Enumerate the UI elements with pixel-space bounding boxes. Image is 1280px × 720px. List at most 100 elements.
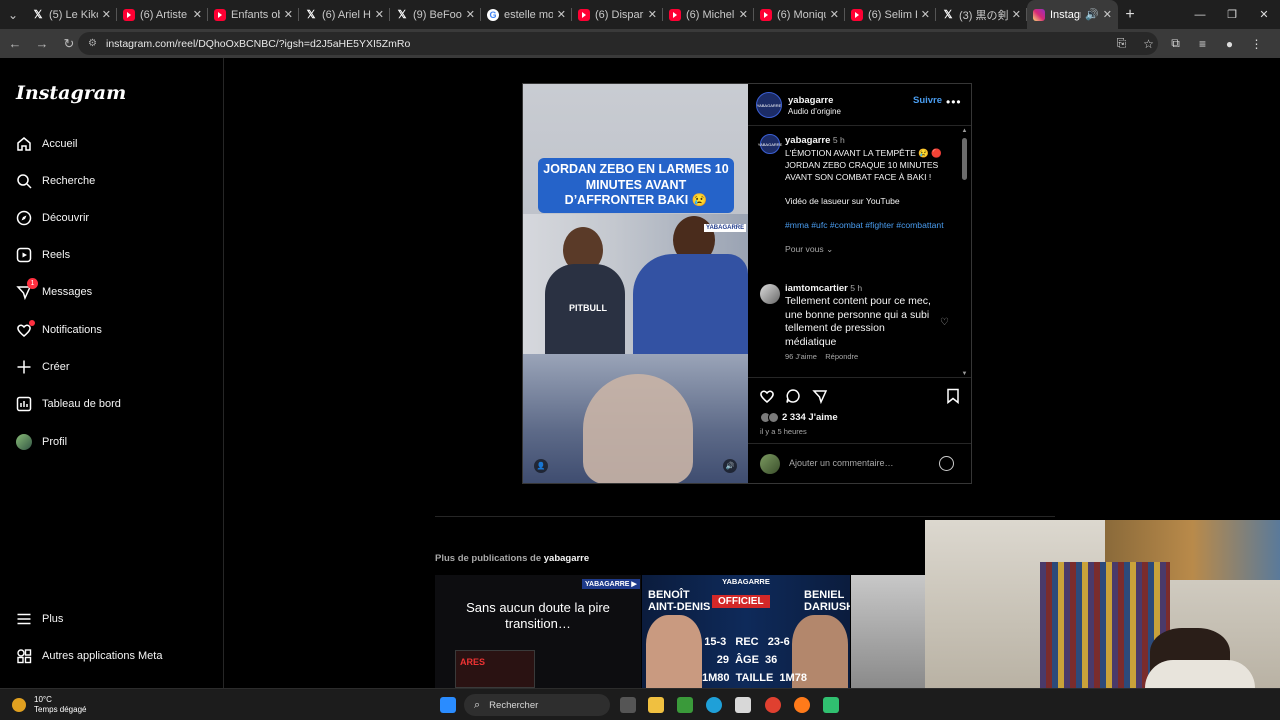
nav-explore[interactable]: Découvrir — [16, 206, 89, 230]
url-field[interactable]: ⚙ instagram.com/reel/DQhoOxBCNBC/?igsh=d… — [78, 32, 1158, 55]
browser-tab[interactable]: 𝕏 (5) Le Kikoo ✕ — [26, 0, 117, 29]
restore-icon[interactable]: ❐ — [1216, 0, 1248, 29]
store-icon[interactable] — [735, 697, 751, 713]
more-post-thumbnail[interactable]: YABAGARRE BENOÎT AINT-DENIS BENIEL DARIU… — [642, 575, 850, 688]
browser-tab[interactable]: 𝕏 (6) Ariel Hel ✕ — [299, 0, 390, 29]
chevron-down-icon[interactable]: ⌄ — [824, 244, 833, 254]
like-count[interactable]: 2 334 J'aime — [760, 412, 838, 423]
nav-profile[interactable]: Profil — [16, 430, 67, 454]
follow-button[interactable]: Suivre — [913, 95, 942, 106]
browser-tab[interactable]: Enfants obè ✕ — [208, 0, 299, 29]
like-heart-icon[interactable] — [758, 387, 776, 405]
nav-create[interactable]: Créer — [16, 355, 70, 379]
browser-tab[interactable]: (6) Monique ✕ — [754, 0, 845, 29]
nvidia-icon[interactable] — [677, 697, 693, 713]
comment-username[interactable]: iamtomcartier — [785, 283, 848, 294]
tab-close-icon[interactable]: ✕ — [557, 8, 566, 21]
browser-tab[interactable]: 𝕏 (3) 黒の剣士 ✕ — [936, 0, 1027, 29]
edge-icon[interactable] — [706, 697, 722, 713]
tab-close-icon[interactable]: ✕ — [375, 8, 384, 21]
audio-label[interactable]: Audio d’origine — [788, 107, 841, 116]
for-you-toggle[interactable]: Pour vous — [785, 244, 824, 254]
more-posts-user[interactable]: yabagarre — [544, 553, 589, 564]
thumbnail-brand: ARES — [460, 657, 486, 667]
nav-reels[interactable]: Reels — [16, 243, 70, 267]
messages-badge: 1 — [27, 278, 38, 289]
task-view-icon[interactable] — [620, 697, 636, 713]
more-post-thumbnail[interactable]: YABAGARRE ▶ Sans aucun doute la pire tra… — [435, 575, 641, 688]
tab-close-icon[interactable]: ✕ — [284, 8, 293, 21]
tab-close-icon[interactable]: ✕ — [648, 8, 657, 21]
more-options-icon[interactable]: ••• — [946, 95, 962, 109]
forward-icon[interactable]: → — [30, 32, 54, 56]
emoji-icon[interactable] — [939, 456, 954, 471]
tab-close-icon[interactable]: ✕ — [1012, 8, 1021, 21]
nav-messages[interactable]: 1 Messages — [16, 278, 92, 304]
window-controls: — ❐ ✕ — [1184, 0, 1280, 29]
tab-close-icon[interactable]: ✕ — [193, 8, 202, 21]
bookmark-icon[interactable] — [944, 387, 962, 405]
weather-widget[interactable]: 10°C Temps dégagé — [12, 695, 86, 715]
install-app-icon[interactable]: ⎘ — [1108, 32, 1135, 55]
tab-search-icon[interactable]: ⌄ — [0, 0, 26, 29]
more-post-thumbnail[interactable] — [851, 575, 925, 688]
comment-reply[interactable]: Répondre — [825, 352, 858, 361]
commenter-avatar[interactable] — [760, 284, 780, 304]
back-icon[interactable]: ← — [3, 32, 27, 56]
caption-username[interactable]: yabagarre — [785, 135, 830, 146]
site-info-icon[interactable]: ⚙ — [88, 38, 100, 49]
browser-tab[interactable]: (6) Selim Fo ✕ — [845, 0, 936, 29]
tab-close-icon[interactable]: ✕ — [739, 8, 748, 21]
nav-dashboard[interactable]: Tableau de bord — [16, 392, 121, 416]
tagged-user-icon[interactable]: 👤 — [534, 459, 548, 473]
caption-avatar[interactable]: YABAGARRE — [758, 134, 782, 154]
comments-scrollbar[interactable]: ▲ ▼ — [961, 128, 968, 377]
tab-audio-icon[interactable]: 🔊 — [1085, 8, 1099, 21]
new-tab-button[interactable]: + — [1118, 6, 1142, 24]
browser-tab[interactable]: (6) Disparit ✕ — [572, 0, 663, 29]
thumbnail-logo: YABAGARRE — [722, 577, 770, 586]
author-username[interactable]: yabagarre — [788, 95, 833, 106]
comment-input[interactable]: Ajouter un commentaire… — [789, 458, 894, 468]
browser-tab[interactable]: (6) Michel F ✕ — [663, 0, 754, 29]
comment-bubble-icon[interactable] — [784, 387, 802, 405]
minimize-icon[interactable]: — — [1184, 0, 1216, 29]
scrollbar-thumb[interactable] — [962, 138, 967, 180]
nav-home[interactable]: Accueil — [16, 132, 77, 156]
nav-meta-apps-label: Autres applications Meta — [42, 650, 163, 662]
browser-tab[interactable]: Instagra 🔊 ✕ — [1027, 0, 1118, 29]
browser-tab[interactable]: (6) Artiste M ✕ — [117, 0, 208, 29]
nav-notifications[interactable]: Notifications — [16, 318, 102, 342]
browser-tab[interactable]: Gestelle mou ✕ — [481, 0, 572, 29]
share-icon[interactable] — [811, 387, 829, 405]
chrome-icon[interactable] — [765, 697, 781, 713]
nav-more[interactable]: Plus — [16, 607, 63, 631]
reel-video[interactable]: JORDAN ZEBO EN LARMES 10 MINUTES AVANT D… — [523, 84, 748, 483]
tab-close-icon[interactable]: ✕ — [830, 8, 839, 21]
taskbar-search[interactable]: ⌕ Rechercher — [464, 694, 610, 716]
fighter-right-name: BENIEL DARIUSH — [804, 589, 850, 613]
browser-tab[interactable]: 𝕏 (9) BeFootba ✕ — [390, 0, 481, 29]
tab-close-icon[interactable]: ✕ — [921, 8, 930, 21]
nav-search[interactable]: Recherche — [16, 169, 95, 193]
close-window-icon[interactable]: ✕ — [1248, 0, 1280, 29]
volume-icon[interactable]: 🔊 — [723, 459, 737, 473]
tab-close-icon[interactable]: ✕ — [102, 8, 111, 21]
profile-avatar-icon[interactable]: ● — [1216, 32, 1243, 55]
comment-like-icon[interactable]: ♡ — [940, 317, 949, 328]
caption-hashtags[interactable]: #mma #ufc #combat #fighter #combattant — [785, 220, 944, 230]
instagram-logo[interactable]: Instagram — [16, 82, 126, 104]
scroll-up-icon[interactable]: ▲ — [961, 128, 968, 134]
tab-close-icon[interactable]: ✕ — [466, 8, 475, 21]
app-icon[interactable] — [823, 697, 839, 713]
extensions-icon[interactable]: ⧉ — [1162, 32, 1189, 55]
nav-meta-apps[interactable]: Autres applications Meta — [16, 644, 162, 668]
media-control-icon[interactable]: ≡ — [1189, 32, 1216, 55]
tab-close-icon[interactable]: ✕ — [1103, 8, 1112, 21]
bookmark-star-icon[interactable]: ☆ — [1135, 32, 1162, 55]
firefox-icon[interactable] — [794, 697, 810, 713]
author-avatar[interactable]: YABAGARRE — [756, 92, 782, 118]
windows-start-icon[interactable] — [440, 697, 456, 713]
browser-menu-icon[interactable]: ⋮ — [1243, 32, 1270, 55]
file-explorer-icon[interactable] — [648, 697, 664, 713]
